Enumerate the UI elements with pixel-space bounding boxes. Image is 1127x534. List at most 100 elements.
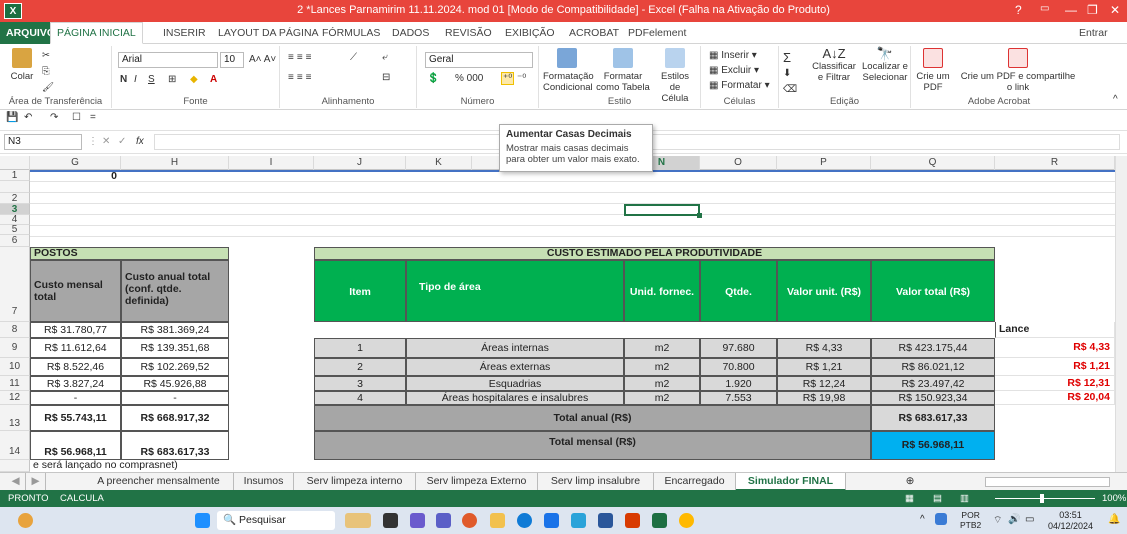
sheet-tab[interactable]: Serv limpeza Externo [416, 473, 538, 491]
horizontal-scrollbar[interactable] [985, 477, 1110, 487]
cell-h9[interactable]: R$ 139.351,68 [121, 338, 229, 358]
qtde-header[interactable]: Qtde. [700, 260, 777, 322]
battery-icon[interactable]: ▭ [1025, 514, 1034, 525]
volume-icon[interactable]: 🔊 [1008, 514, 1020, 525]
align-top-icon[interactable]: ≡≡≡ [288, 52, 315, 63]
enter-icon[interactable]: ✓ [118, 136, 126, 147]
fill-handle[interactable] [697, 213, 702, 218]
item-cell[interactable]: 4 [314, 391, 406, 405]
wifi-icon[interactable]: ⌔ [993, 514, 1002, 527]
unid-cell[interactable]: m2 [624, 391, 700, 405]
page-break-icon[interactable]: ▥ [960, 490, 969, 507]
zoom-level[interactable]: 100% [1102, 490, 1126, 507]
app-icon[interactable] [410, 513, 425, 528]
orientation-icon[interactable]: ⟋ [350, 52, 357, 63]
item-header[interactable]: Item [314, 260, 406, 322]
custo-anual-header[interactable]: Custo anual total (conf. qtde. definida) [121, 260, 229, 322]
browser-icon[interactable] [462, 513, 477, 528]
vtotal-cell[interactable]: R$ 423.175,44 [871, 338, 995, 358]
tab-pdfelement[interactable]: PDFelement [628, 22, 686, 44]
lance-cell[interactable]: R$ 1,21 [995, 358, 1115, 376]
clear-icon[interactable]: ⌫ [783, 84, 797, 95]
custo-mensal-header[interactable]: Custo mensal total [30, 260, 121, 322]
sheet-tab[interactable]: Serv limp insalubre [538, 473, 654, 491]
row-header[interactable]: 7 [0, 247, 30, 322]
cell-g13[interactable]: R$ 55.743,11 [30, 405, 121, 431]
sheet-tab[interactable]: Encarregado [654, 473, 736, 491]
taskbar-search[interactable]: 🔍 Pesquisar [217, 511, 335, 530]
col-header[interactable]: K [406, 156, 472, 170]
vertical-scrollbar[interactable] [1115, 156, 1127, 472]
cell-g1[interactable]: 0 [30, 171, 121, 181]
col-header[interactable]: I [229, 156, 314, 170]
tab-acrobat[interactable]: ACROBAT [569, 22, 619, 44]
save-icon[interactable]: 💾 [6, 112, 18, 123]
close-button[interactable]: ✕ [1110, 3, 1120, 17]
qtde-cell[interactable]: 7.553 [700, 391, 777, 405]
sheet-tab[interactable]: Serv limpeza interno [294, 473, 416, 491]
customize-qat-icon[interactable]: = [90, 112, 96, 123]
file-explorer-icon[interactable] [490, 513, 505, 528]
vtotal-cell[interactable]: R$ 150.923,34 [871, 391, 995, 405]
select-all-corner[interactable] [0, 156, 30, 170]
cell-h8[interactable]: R$ 381.369,24 [121, 322, 229, 338]
add-sheet-icon[interactable]: ⊕ [900, 473, 920, 491]
row-header[interactable]: 10 [0, 358, 30, 376]
sheet-tab-active[interactable]: Simulador FINAL [736, 473, 846, 491]
row-header[interactable]: 13 [0, 405, 30, 431]
percent-button[interactable]: % 000 [455, 73, 483, 84]
lance-cell[interactable]: R$ 12,31 [995, 376, 1115, 391]
excel-taskbar-icon[interactable] [652, 513, 667, 528]
cell-g8[interactable]: R$ 31.780,77 [30, 322, 121, 338]
share-pdf-button[interactable]: Crie um PDF e compartilhe o link [959, 48, 1077, 93]
wrap-text-icon[interactable]: ⤶ [382, 52, 388, 63]
notification-icon[interactable]: 🔔 [1108, 514, 1120, 525]
selected-cell-n3[interactable] [624, 204, 700, 216]
widget-icon[interactable] [345, 513, 371, 528]
new-file-icon[interactable]: ☐ [72, 112, 81, 123]
fx-icon[interactable]: fx [136, 136, 144, 147]
tipo-cell[interactable]: Esquadrias [406, 376, 624, 391]
format-cells-button[interactable]: ▦ Formatar ▾ [709, 80, 770, 91]
italic-button[interactable]: I [134, 74, 137, 85]
vunit-cell[interactable]: R$ 4,33 [777, 338, 871, 358]
cell-g10[interactable]: R$ 8.522,46 [30, 358, 121, 376]
qtde-cell[interactable]: 97.680 [700, 338, 777, 358]
sign-in-link[interactable]: Entrar [1079, 22, 1108, 44]
col-header[interactable]: H [121, 156, 229, 170]
vunit-cell[interactable]: R$ 12,24 [777, 376, 871, 391]
clock[interactable]: 03:51 04/12/2024 [1048, 510, 1093, 532]
total-mensal-label[interactable]: Total mensal (R$) [314, 431, 871, 460]
font-size-select[interactable]: 10 [220, 52, 244, 68]
cell-h13[interactable]: R$ 668.917,32 [121, 405, 229, 431]
cancel-icon[interactable]: ✕ [102, 136, 110, 147]
col-header[interactable]: G [30, 156, 121, 170]
prev-sheet-icon[interactable]: ◀ [6, 473, 26, 491]
tab-pagina-inicial[interactable]: PÁGINA INICIAL [50, 22, 143, 44]
item-cell[interactable]: 2 [314, 358, 406, 376]
windows-start-icon[interactable] [195, 513, 210, 528]
normal-view-icon[interactable]: ▦ [905, 490, 914, 507]
tab-layout[interactable]: LAYOUT DA PÁGINA [218, 22, 319, 44]
format-painter-icon[interactable]: 🖌 [42, 82, 54, 93]
cell-h14[interactable]: R$ 683.617,33 [121, 431, 229, 460]
row-header[interactable]: 11 [0, 376, 30, 391]
lance-cell[interactable]: R$ 4,33 [995, 338, 1115, 358]
postos-header[interactable]: POSTOS [30, 247, 229, 260]
row-header[interactable] [0, 460, 30, 472]
row-header[interactable] [0, 181, 30, 193]
unid-cell[interactable]: m2 [624, 376, 700, 391]
vunit-cell[interactable]: R$ 1,21 [777, 358, 871, 376]
col-header[interactable]: J [314, 156, 406, 170]
col-header[interactable]: P [777, 156, 871, 170]
valor-total-header[interactable]: Valor total (R$) [871, 260, 995, 322]
cell-h10[interactable]: R$ 102.269,52 [121, 358, 229, 376]
cut-icon[interactable]: ✂ [42, 50, 50, 61]
page-layout-icon[interactable]: ▤ [933, 490, 942, 507]
col-header[interactable]: Q [871, 156, 995, 170]
bold-button[interactable]: N [120, 74, 127, 85]
name-box[interactable]: N3 [4, 134, 82, 150]
restore-button[interactable]: ❐ [1087, 3, 1098, 17]
autosum-icon[interactable]: Σ [783, 50, 791, 65]
tab-dados[interactable]: DADOS [392, 22, 429, 44]
